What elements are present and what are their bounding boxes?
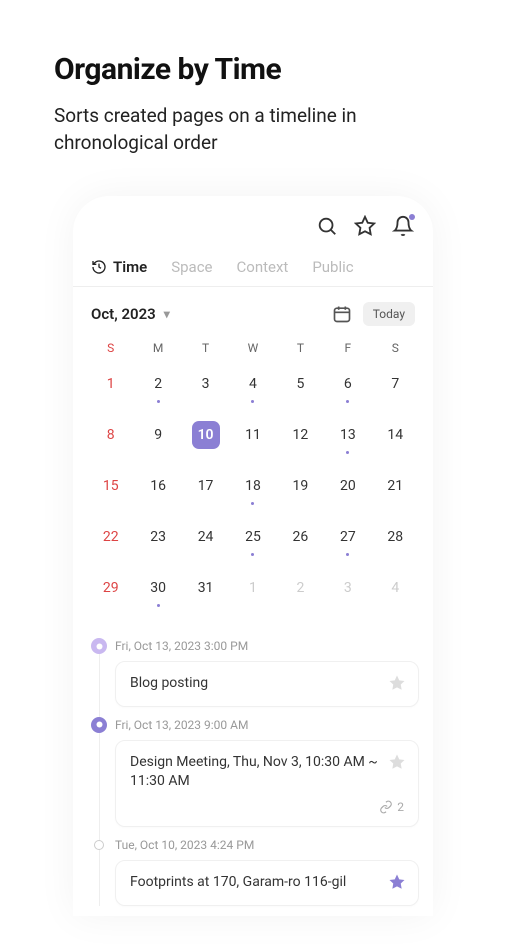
- event-dot: [251, 502, 254, 505]
- event-dot: [346, 400, 349, 403]
- calendar-day[interactable]: 16: [134, 463, 181, 514]
- timeline-card-title: Footprints at 170, Garam-ro 116-gil: [130, 873, 404, 893]
- event-dot: [346, 451, 349, 454]
- tab-label: Context: [237, 258, 289, 276]
- star-icon[interactable]: [388, 674, 406, 696]
- timeline-badge-icon: [91, 717, 107, 733]
- timeline-timestamp: Fri, Oct 13, 2023 9:00 AM: [115, 717, 419, 732]
- timeline-timestamp: Fri, Oct 13, 2023 3:00 PM: [115, 638, 419, 653]
- dow-label: T: [182, 335, 229, 361]
- tab-context[interactable]: Context: [237, 258, 289, 276]
- dow-label: T: [277, 335, 324, 361]
- calendar-icon[interactable]: [329, 301, 355, 327]
- calendar-day[interactable]: 28: [372, 514, 419, 565]
- calendar-day[interactable]: 29: [87, 565, 134, 616]
- calendar-day[interactable]: 2: [134, 361, 181, 412]
- dow-label: W: [229, 335, 276, 361]
- dow-label: S: [87, 335, 134, 361]
- calendar-day[interactable]: 30: [134, 565, 181, 616]
- calendar-day[interactable]: 7: [372, 361, 419, 412]
- event-dot: [346, 553, 349, 556]
- timeline-item: Fri, Oct 13, 2023 3:00 PM Blog posting: [91, 638, 419, 707]
- timeline-badge-icon: [94, 840, 104, 850]
- timeline-item: Tue, Oct 10, 2023 4:24 PM Footprints at 1…: [91, 837, 419, 906]
- calendar-day[interactable]: 1: [87, 361, 134, 412]
- calendar-day[interactable]: 14: [372, 412, 419, 463]
- dow-label: M: [134, 335, 181, 361]
- calendar-day[interactable]: 13: [324, 412, 371, 463]
- timeline-card-title: Blog posting: [130, 674, 404, 694]
- history-icon: [91, 259, 107, 275]
- timeline-timestamp: Tue, Oct 10, 2023 4:24 PM: [115, 837, 419, 852]
- event-dot: [157, 400, 160, 403]
- search-icon[interactable]: [315, 214, 339, 238]
- card-link-count: 2: [130, 800, 404, 814]
- calendar-day[interactable]: 31: [182, 565, 229, 616]
- notification-dot: [409, 214, 415, 220]
- tab-label: Time: [113, 258, 147, 276]
- month-picker[interactable]: Oct, 2023 ▾: [91, 305, 170, 323]
- dow-label: S: [372, 335, 419, 361]
- calendar-day[interactable]: 27: [324, 514, 371, 565]
- calendar-day[interactable]: 1: [229, 565, 276, 616]
- star-icon[interactable]: [388, 753, 406, 775]
- chevron-down-icon: ▾: [164, 307, 170, 321]
- timeline-card[interactable]: Blog posting: [115, 661, 419, 707]
- calendar-day[interactable]: 18: [229, 463, 276, 514]
- calendar-day[interactable]: 10: [182, 412, 229, 463]
- bell-icon[interactable]: [391, 214, 415, 238]
- timeline-badge-icon: [91, 638, 107, 654]
- timeline: Fri, Oct 13, 2023 3:00 PMBlog postingFri…: [73, 628, 433, 905]
- calendar-day[interactable]: 3: [324, 565, 371, 616]
- calendar-day[interactable]: 8: [87, 412, 134, 463]
- calendar-day[interactable]: 15: [87, 463, 134, 514]
- calendar-grid: SMTWTFS 12345678910111213141516171819202…: [73, 335, 433, 628]
- calendar-day[interactable]: 9: [134, 412, 181, 463]
- tabs-bar: Time Space Context Public: [73, 248, 433, 287]
- timeline-item: Fri, Oct 13, 2023 9:00 AM Design Meeting,…: [91, 717, 419, 827]
- calendar-day[interactable]: 21: [372, 463, 419, 514]
- page-subtitle: Sorts created pages on a timeline in chr…: [54, 103, 452, 156]
- event-dot: [157, 604, 160, 607]
- dow-label: F: [324, 335, 371, 361]
- calendar-day[interactable]: 17: [182, 463, 229, 514]
- calendar-day[interactable]: 23: [134, 514, 181, 565]
- tab-public[interactable]: Public: [312, 258, 353, 276]
- star-icon[interactable]: [388, 873, 406, 895]
- calendar-day[interactable]: 19: [277, 463, 324, 514]
- star-icon[interactable]: [353, 214, 377, 238]
- tab-label: Space: [171, 258, 212, 276]
- tab-label: Public: [312, 258, 353, 276]
- event-dot: [251, 400, 254, 403]
- calendar-day[interactable]: 4: [229, 361, 276, 412]
- month-label: Oct, 2023: [91, 305, 156, 323]
- hamburger-icon[interactable]: [91, 214, 115, 238]
- event-dot: [251, 553, 254, 556]
- device-frame: Time Space Context Public Oct, 2023 ▾ To…: [73, 196, 433, 915]
- timeline-card[interactable]: Design Meeting, Thu, Nov 3, 10:30 AM ~ 1…: [115, 740, 419, 827]
- page-title: Organize by Time: [54, 52, 506, 87]
- calendar-day[interactable]: 22: [87, 514, 134, 565]
- calendar-day[interactable]: 12: [277, 412, 324, 463]
- calendar-day[interactable]: 26: [277, 514, 324, 565]
- calendar-day[interactable]: 25: [229, 514, 276, 565]
- calendar-day[interactable]: 11: [229, 412, 276, 463]
- month-row: Oct, 2023 ▾ Today: [73, 287, 433, 335]
- calendar-day[interactable]: 24: [182, 514, 229, 565]
- today-button[interactable]: Today: [363, 302, 415, 326]
- timeline-card[interactable]: Footprints at 170, Garam-ro 116-gil: [115, 860, 419, 906]
- calendar-day[interactable]: 3: [182, 361, 229, 412]
- timeline-card-title: Design Meeting, Thu, Nov 3, 10:30 AM ~ 1…: [130, 753, 404, 792]
- calendar-day[interactable]: 2: [277, 565, 324, 616]
- calendar-day[interactable]: 5: [277, 361, 324, 412]
- tab-space[interactable]: Space: [171, 258, 212, 276]
- calendar-day[interactable]: 20: [324, 463, 371, 514]
- calendar-day[interactable]: 6: [324, 361, 371, 412]
- calendar-day[interactable]: 4: [372, 565, 419, 616]
- tab-time[interactable]: Time: [91, 258, 147, 276]
- top-bar: [73, 196, 433, 248]
